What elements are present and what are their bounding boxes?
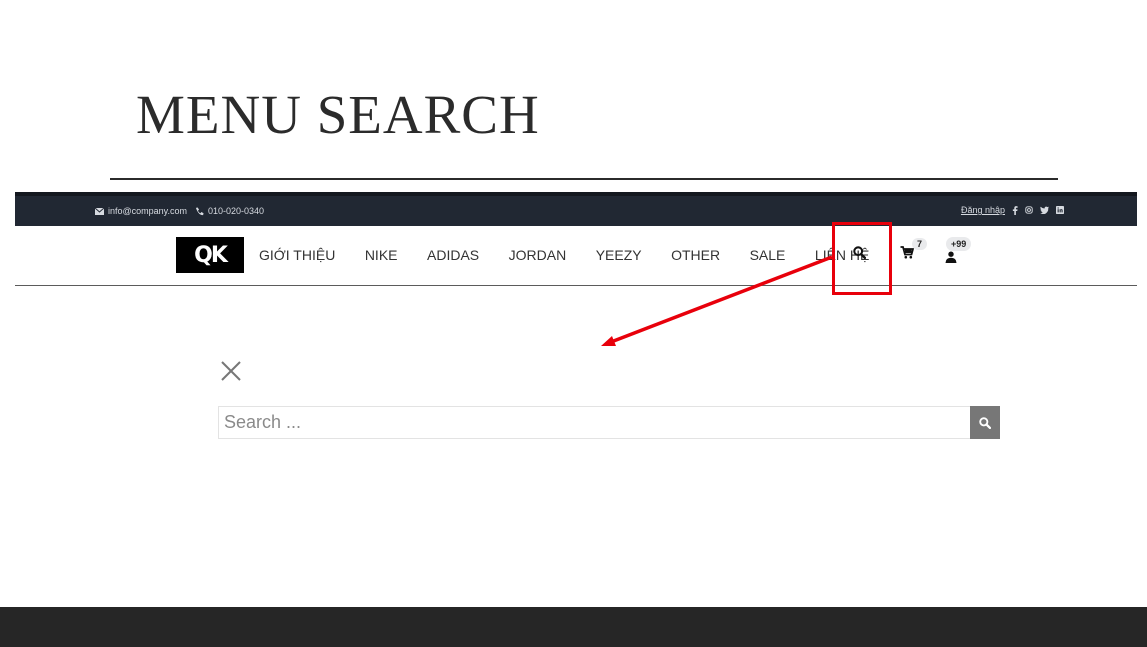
menu-item-jordan[interactable]: JORDAN [509,247,567,263]
envelope-icon [95,207,104,215]
website-screenshot: info@company.com 010-020-0340 Đăng nhập … [15,192,1137,286]
contact-email[interactable]: info@company.com [108,206,187,216]
top-info-bar: info@company.com 010-020-0340 Đăng nhập [15,192,1137,226]
search-icon [979,416,991,429]
main-menu: GIỚI THIỆU NIKE ADIDAS JORDAN YEEZY OTHE… [259,247,899,263]
menu-item-gioi-thieu[interactable]: GIỚI THIỆU [259,247,335,263]
phone-icon [195,206,204,216]
topbar-actions: Đăng nhập [961,205,1064,215]
title-divider [110,178,1058,180]
cart-icon [900,246,914,259]
contact-info: info@company.com 010-020-0340 [95,206,264,216]
instagram-icon[interactable] [1025,206,1033,214]
slide-title: MENU SEARCH [136,84,540,145]
menu-item-nike[interactable]: NIKE [365,247,398,263]
cart-button[interactable]: 7 [900,238,928,264]
menu-item-other[interactable]: OTHER [671,247,720,263]
contact-phone[interactable]: 010-020-0340 [208,206,264,216]
search-input[interactable] [218,406,970,439]
user-notification-badge: +99 [946,237,972,251]
menu-item-sale[interactable]: SALE [750,247,786,263]
main-navbar: QK GIỚI THIỆU NIKE ADIDAS JORDAN YEEZY O… [15,226,1137,286]
site-logo[interactable]: QK [176,237,244,273]
search-submit-button[interactable] [970,406,1000,439]
close-icon [221,361,241,381]
search-icon-highlight-box [832,222,892,295]
login-link[interactable]: Đăng nhập [961,205,1005,215]
user-icon [945,251,957,263]
menu-item-adidas[interactable]: ADIDAS [427,247,479,263]
search-form [218,406,1000,439]
menu-item-yeezy[interactable]: YEEZY [596,247,642,263]
footer-band [0,607,1147,647]
facebook-icon[interactable] [1012,205,1018,215]
close-search-button[interactable] [218,357,244,383]
linkedin-icon[interactable] [1056,206,1064,214]
twitter-icon[interactable] [1040,206,1049,214]
cart-count-badge: 7 [912,238,928,250]
